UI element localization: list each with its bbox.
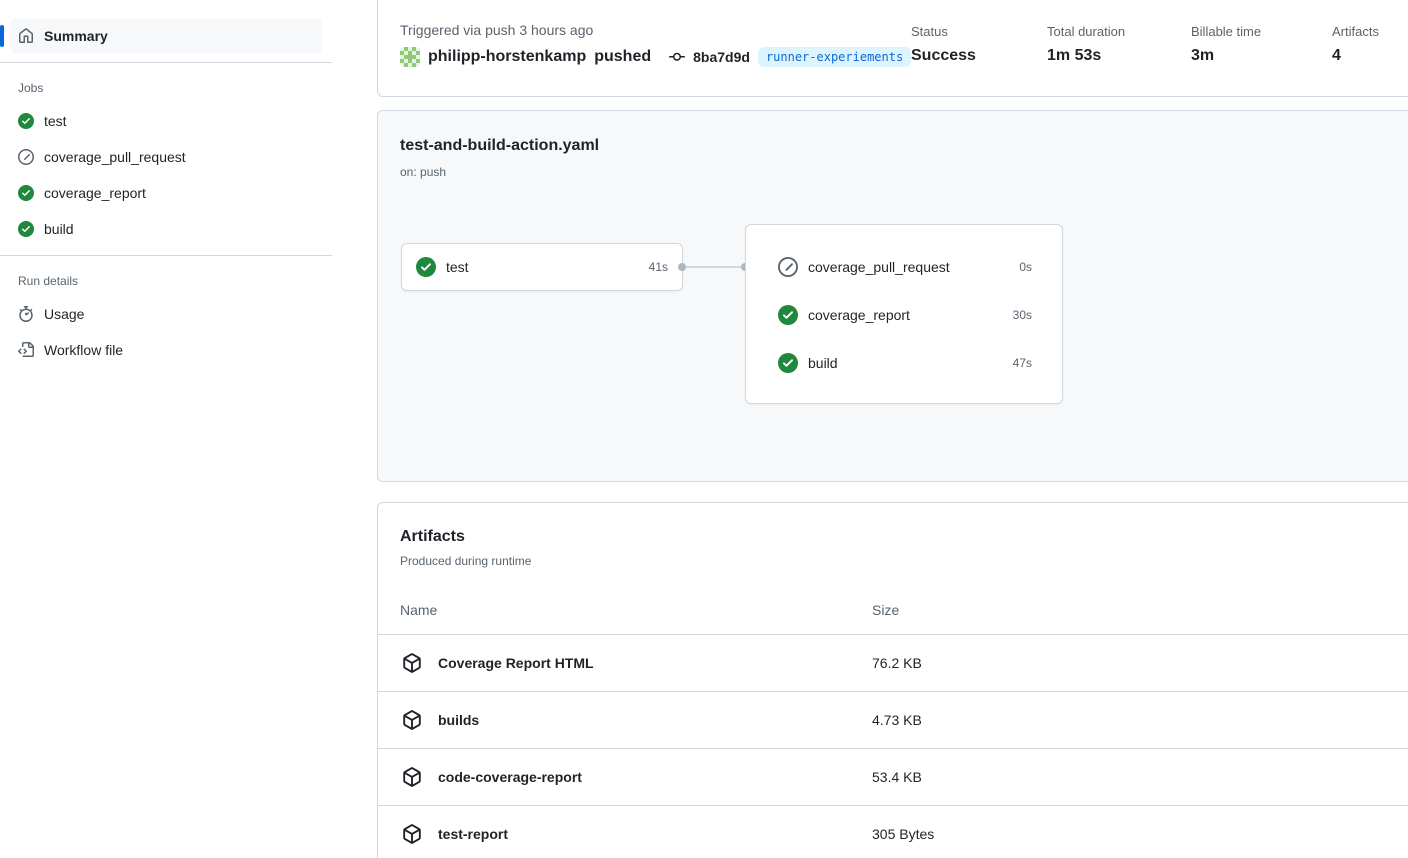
stat-value: 1m 53s	[1047, 46, 1191, 66]
triggered-text: Triggered via push 3 hours ago	[400, 22, 593, 38]
event-text: pushed	[594, 48, 651, 66]
artifacts-table: Name Size Coverage Report HTML 76.2 KB	[378, 585, 1408, 858]
graph-node-label: test	[446, 259, 649, 275]
avatar[interactable]	[400, 47, 420, 67]
workflow-file-name: test-and-build-action.yaml	[400, 137, 599, 155]
graph-node-duration: 47s	[1013, 356, 1032, 370]
home-icon	[18, 28, 34, 44]
graph-node-duration: 0s	[1019, 260, 1032, 274]
sidebar-item-usage[interactable]: Usage	[0, 296, 332, 332]
artifact-size: 76.2 KB	[872, 655, 922, 671]
run-stat: Artifacts 4	[1332, 23, 1379, 66]
sidebar-job-item[interactable]: coverage_report	[0, 175, 332, 211]
sidebar-job-item[interactable]: build	[0, 211, 332, 247]
sidebar-summary-label: Summary	[44, 28, 108, 44]
file-code-icon	[18, 342, 34, 358]
package-icon	[402, 767, 422, 787]
graph-group-job[interactable]: coverage_report 30s	[746, 291, 1062, 339]
graph-node-label: coverage_pull_request	[808, 259, 1019, 275]
jobs-list: test coverage_pull_request cov	[0, 103, 332, 247]
job-label: coverage_report	[44, 185, 146, 201]
success-check-icon	[18, 185, 34, 201]
artifacts-title: Artifacts	[400, 528, 465, 546]
run-stats: Status Success Total duration 1m 53s Bil…	[911, 23, 1379, 66]
graph-node-group: coverage_pull_request 0s coverage_report…	[745, 224, 1063, 404]
artifact-name: builds	[438, 712, 479, 728]
stat-value: Success	[911, 46, 1047, 66]
sidebar-item-summary[interactable]: Summary	[10, 18, 322, 54]
graph-group-job[interactable]: coverage_pull_request 0s	[746, 243, 1062, 291]
graph-group-job[interactable]: build 47s	[746, 339, 1062, 387]
graph-connector-dot	[678, 263, 686, 271]
graph-node-duration: 30s	[1013, 308, 1032, 322]
graph-node-test[interactable]: test 41s	[401, 243, 683, 291]
workflow-trigger: on: push	[400, 165, 446, 179]
job-label: coverage_pull_request	[44, 149, 186, 165]
artifact-name: test-report	[438, 826, 508, 842]
success-check-icon	[416, 257, 436, 277]
stat-label: Status	[911, 23, 1047, 41]
run-details-section-header: Run details	[18, 274, 332, 288]
artifact-row[interactable]: code-coverage-report 53.4 KB	[378, 748, 1408, 805]
selected-indicator	[0, 25, 4, 47]
artifact-row[interactable]: builds 4.73 KB	[378, 691, 1408, 748]
column-header-name: Name	[400, 602, 437, 618]
sidebar: Summary Jobs test co	[0, 0, 332, 368]
skipped-icon	[778, 257, 798, 277]
jobs-section-header: Jobs	[18, 81, 332, 95]
artifact-name: Coverage Report HTML	[438, 655, 594, 671]
sidebar-job-item[interactable]: test	[0, 103, 332, 139]
skipped-icon	[18, 149, 34, 165]
run-stat: Total duration 1m 53s	[1047, 23, 1191, 66]
stat-label: Total duration	[1047, 23, 1191, 41]
artifacts-table-header: Name Size	[378, 585, 1408, 634]
success-check-icon	[18, 221, 34, 237]
package-icon	[402, 824, 422, 844]
stat-label: Artifacts	[1332, 23, 1379, 41]
push-line: philipp-horstenkamp pushed 8ba7d9d runne…	[400, 46, 911, 68]
package-icon	[402, 653, 422, 673]
success-check-icon	[18, 113, 34, 129]
commit-sha[interactable]: 8ba7d9d	[693, 49, 750, 65]
stopwatch-icon	[18, 306, 34, 322]
job-label: build	[44, 221, 74, 237]
artifacts-rows: Coverage Report HTML 76.2 KB builds 4.73…	[378, 634, 1408, 858]
graph-node-duration: 41s	[649, 260, 668, 274]
stat-value: 3m	[1191, 46, 1332, 66]
graph-node-label: coverage_report	[808, 307, 1013, 323]
artifact-size: 53.4 KB	[872, 769, 922, 785]
sidebar-divider	[0, 62, 332, 63]
stat-label: Billable time	[1191, 23, 1332, 41]
workflow-file-label: Workflow file	[44, 342, 123, 358]
package-icon	[402, 710, 422, 730]
job-label: test	[44, 113, 67, 129]
artifact-row[interactable]: test-report 305 Bytes	[378, 805, 1408, 858]
run-stat: Billable time 3m	[1191, 23, 1332, 66]
stat-value: 4	[1332, 46, 1379, 66]
usage-label: Usage	[44, 306, 84, 322]
artifacts-card: Artifacts Produced during runtime Name S…	[377, 502, 1408, 858]
actor-name[interactable]: philipp-horstenkamp	[428, 48, 586, 66]
sidebar-divider	[0, 255, 332, 256]
run-details-list: Usage Workflow file	[0, 296, 332, 368]
sidebar-item-workflow-file[interactable]: Workflow file	[0, 332, 332, 368]
artifact-name: code-coverage-report	[438, 769, 582, 785]
artifacts-subtitle: Produced during runtime	[400, 554, 531, 568]
success-check-icon	[778, 305, 798, 325]
run-stat: Status Success	[911, 23, 1047, 66]
run-header-card: Triggered via push 3 hours ago philipp-h…	[377, 0, 1408, 97]
artifact-row[interactable]: Coverage Report HTML 76.2 KB	[378, 634, 1408, 691]
column-header-size: Size	[872, 602, 899, 618]
graph-node-label: build	[808, 355, 1013, 371]
graph-connector-line	[683, 266, 746, 268]
branch-badge[interactable]: runner-experiements	[758, 47, 911, 67]
sidebar-job-item[interactable]: coverage_pull_request	[0, 139, 332, 175]
workflow-graph-card: test-and-build-action.yaml on: push test…	[377, 110, 1408, 482]
artifact-size: 305 Bytes	[872, 826, 934, 842]
success-check-icon	[778, 353, 798, 373]
git-commit-icon	[669, 49, 685, 65]
artifact-size: 4.73 KB	[872, 712, 922, 728]
